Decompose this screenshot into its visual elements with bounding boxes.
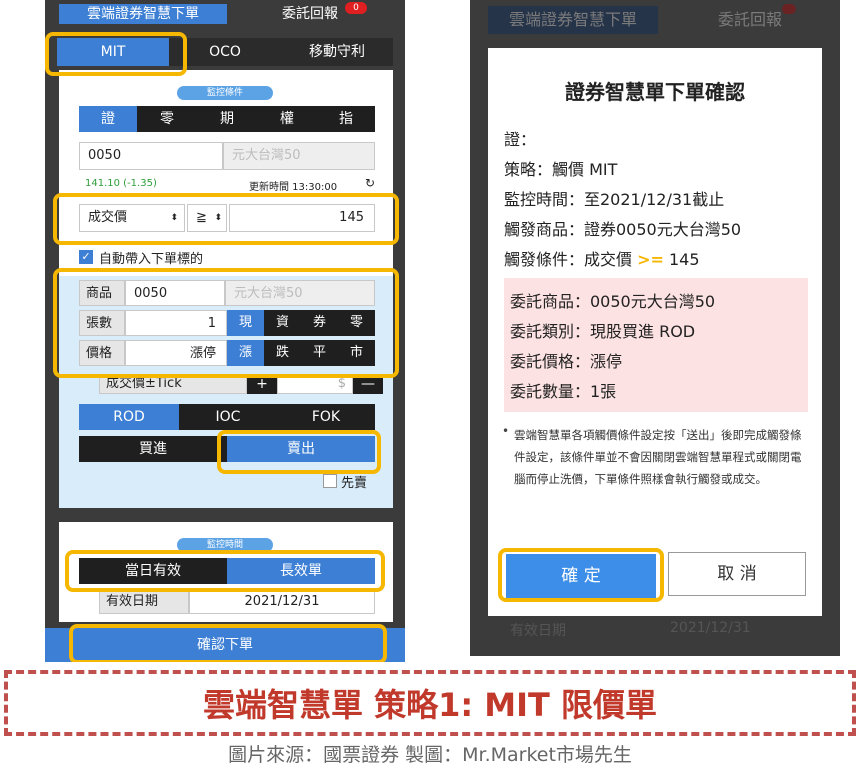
first-sell-checkbox[interactable] xyxy=(323,474,337,488)
caption-frame: 雲端智慧單 策略1: MIT 限價單 xyxy=(4,670,856,736)
monitor-condition-pill: 監控條件 xyxy=(177,86,273,100)
valid-date-input[interactable]: 2021/12/31 xyxy=(189,590,375,614)
highlight-ok-button xyxy=(498,548,664,602)
left-phone-screen: 雲端證券智慧下單 委託回報 0 MIT OCO 移動守利 監控條件 證 零 期 … xyxy=(45,0,405,662)
dialog-note: 雲端智慧單各項觸價條件設定按「送出」後即完成觸發條件設定，該條件單並不會因關閉雲… xyxy=(514,428,802,486)
update-time: 更新時間 13:30:00 xyxy=(249,182,338,193)
order-line-price: 委託價格：漲停 xyxy=(510,352,623,371)
type-futures[interactable]: 期 xyxy=(197,106,257,132)
behind-valid-date-value: 2021/12/31 xyxy=(670,620,751,636)
auto-fill-checkbox[interactable]: ✓ xyxy=(79,250,93,264)
tab-smart-order-dimmed: 雲端證券智慧下單 xyxy=(488,6,658,34)
order-line-type: 委託類別：現股買進 ROD xyxy=(510,322,696,341)
order-line-quantity: 委託數量：1張 xyxy=(510,382,617,401)
auto-fill-label: 自動帶入下單標的 xyxy=(99,252,204,267)
type-stock[interactable]: 證 xyxy=(79,106,137,132)
highlight-confirm-bar xyxy=(69,624,387,662)
tab-smart-order[interactable]: 雲端證券智慧下單 xyxy=(59,4,227,24)
image-source: 圖片來源：國票證券 製圖：Mr.Market市場先生 xyxy=(228,744,632,766)
mode-trailing[interactable]: 移動守利 xyxy=(281,38,393,66)
trigger-value: 145 xyxy=(663,250,700,269)
highlight-condition-row xyxy=(53,193,399,245)
highlight-validity xyxy=(65,550,385,592)
trigger-operator: >= xyxy=(637,250,664,269)
confirm-dialog: 證券智慧單下單確認 證： 策略：觸價 MIT 監控時間：至2021/12/31截… xyxy=(488,48,822,616)
caption-title: 雲端智慧單 策略1: MIT 限價單 xyxy=(202,686,658,724)
buy-button[interactable]: 買進 xyxy=(79,436,227,462)
refresh-icon[interactable]: ↻ xyxy=(365,176,375,190)
right-phone-screen: 雲端證券智慧下單 委託回報 證券智慧單下單確認 證： 策略：觸價 MIT 監控時… xyxy=(470,0,840,656)
dialog-line-trigger-condition: 觸發條件：成交價 >= 145 xyxy=(504,246,700,270)
order-summary-box: 委託商品：0050元大台灣50 委託類別：現股買進 ROD 委託價格：漲停 委託… xyxy=(504,278,808,412)
dialog-line-category: 證： xyxy=(504,130,537,149)
quote-change: 141.10 (-1.35) xyxy=(85,178,157,189)
monitor-condition-card: 監控條件 證 零 期 權 指 0050 元大台灣50 141.10 (-1.35… xyxy=(59,70,393,276)
highlight-mit-tab xyxy=(45,32,187,76)
type-odd-lot[interactable]: 零 xyxy=(137,106,197,132)
tab-order-report-dimmed: 委託回報 xyxy=(717,10,782,29)
tif-rod[interactable]: ROD xyxy=(79,404,179,430)
dialog-title: 證券智慧單下單確認 xyxy=(565,80,745,104)
notification-badge-dimmed xyxy=(782,4,796,14)
dialog-line-strategy: 策略：觸價 MIT xyxy=(504,160,618,179)
trigger-prefix: 觸發條件：成交價 xyxy=(504,250,638,269)
highlight-order-details xyxy=(53,268,399,378)
valid-date-label: 有效日期 xyxy=(99,590,189,614)
notification-badge: 0 xyxy=(345,2,367,14)
type-index[interactable]: 指 xyxy=(317,106,375,132)
type-options[interactable]: 權 xyxy=(257,106,317,132)
symbol-name: 元大台灣50 xyxy=(223,142,375,170)
dialog-line-monitor-time: 監控時間：至2021/12/31截止 xyxy=(504,190,725,209)
symbol-input[interactable]: 0050 xyxy=(79,142,223,170)
order-line-product: 委託商品：0050元大台灣50 xyxy=(510,292,716,311)
highlight-sell-button xyxy=(217,430,381,474)
dialog-line-trigger-product: 觸發商品：證券0050元大台灣50 xyxy=(504,220,742,239)
first-sell-label: 先賣 xyxy=(341,476,368,491)
tif-fok[interactable]: FOK xyxy=(277,404,375,430)
tif-ioc[interactable]: IOC xyxy=(179,404,277,430)
behind-valid-date-label: 有效日期 xyxy=(510,623,566,639)
cancel-button[interactable]: 取 消 xyxy=(668,552,806,596)
top-tab-bar: 雲端證券智慧下單 委託回報 0 xyxy=(45,0,405,26)
bullet-icon: • xyxy=(502,424,510,438)
